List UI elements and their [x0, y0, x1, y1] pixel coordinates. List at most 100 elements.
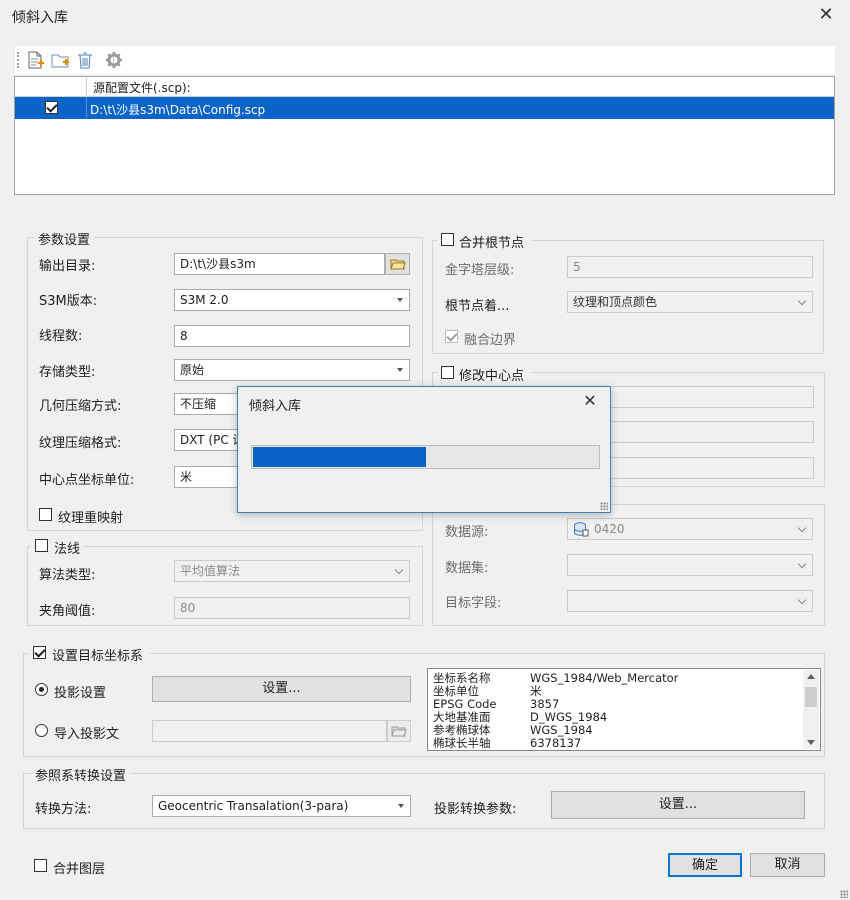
normals-group-title: 法线	[31, 538, 83, 557]
pyramid-level-input[interactable]: 5	[567, 256, 813, 278]
s3m-version-select[interactable]: S3M 2.0	[174, 289, 410, 311]
close-icon[interactable]: ✕	[816, 5, 836, 25]
dataset-select[interactable]	[567, 554, 813, 576]
data-source-label: 数据源:	[445, 525, 489, 540]
algorithm-type-value: 平均值算法	[180, 564, 241, 578]
center-unit-label: 中心点坐标单位:	[39, 473, 135, 488]
algorithm-type-select[interactable]: 平均值算法	[174, 560, 410, 582]
fuse-boundary-checkbox[interactable]	[445, 330, 458, 343]
output-dir-field[interactable]: D:\t\沙县s3m	[174, 253, 385, 275]
projection-setting-label: 投影设置	[54, 686, 107, 701]
import-projection-label: 导入投影文	[54, 727, 120, 742]
threads-input[interactable]: 8	[174, 325, 410, 347]
info-scrollbar[interactable]	[803, 670, 819, 749]
s3m-version-label: S3M版本:	[39, 294, 98, 309]
storage-type-value: 原始	[180, 363, 205, 377]
transform-method-select[interactable]: Geocentric Transalation(3-para)	[152, 795, 411, 817]
grid-header: 源配置文件(.scp):	[15, 77, 834, 97]
merge-root-group-title: 合并根节点	[437, 232, 532, 251]
merge-root-title-text: 合并根节点	[459, 236, 525, 251]
row-checkbox[interactable]	[45, 101, 58, 114]
scrollbar-thumb[interactable]	[805, 687, 817, 707]
threads-label: 线程数:	[39, 329, 83, 344]
toolbar-grip	[17, 52, 20, 68]
geometry-compression-label: 几何压缩方式:	[39, 399, 122, 414]
algorithm-type-label: 算法类型:	[39, 568, 96, 583]
transform-method-value: Geocentric Transalation(3-para)	[158, 799, 349, 813]
database-icon	[574, 522, 589, 537]
chevron-down-icon[interactable]	[393, 796, 410, 816]
texture-remap-checkbox[interactable]	[39, 508, 52, 521]
transform-params-button[interactable]: 设置...	[551, 791, 805, 819]
import-projection-browse-button[interactable]	[387, 720, 411, 742]
transform-group-title: 参照系转换设置	[31, 765, 131, 784]
import-projection-radio[interactable]	[35, 724, 48, 737]
resize-grip[interactable]	[600, 502, 608, 510]
progress-dialog: 倾斜入库 ✕	[237, 386, 611, 513]
normals-checkbox[interactable]	[35, 539, 48, 552]
chevron-down-icon[interactable]	[392, 561, 409, 581]
table-row[interactable]: D:\t\沙县s3m\Data\Config.scp	[15, 97, 834, 119]
chevron-down-icon[interactable]	[795, 292, 812, 312]
gear-icon[interactable]	[104, 50, 124, 70]
output-dir-label: 输出目录:	[39, 259, 96, 274]
resize-grip[interactable]	[840, 890, 848, 898]
toolbar	[15, 46, 835, 74]
center-unit-value: 米	[180, 470, 193, 484]
merge-layers-label: 合并图层	[53, 862, 106, 877]
target-field-label: 目标字段:	[445, 596, 502, 611]
grid-header-check-column	[15, 77, 87, 96]
chevron-down-icon[interactable]	[807, 740, 815, 745]
cancel-button[interactable]: 取消	[750, 853, 825, 877]
chevron-down-icon[interactable]	[795, 555, 812, 575]
angle-threshold-label: 夹角阈值:	[39, 604, 96, 619]
modify-center-checkbox[interactable]	[441, 366, 454, 379]
chevron-down-icon[interactable]	[795, 591, 812, 611]
crs-info-list[interactable]: 坐标系名称 WGS_1984/Web_Mercator 坐标单位米 EPSG Co…	[427, 668, 821, 751]
grid-row-check-cell	[15, 97, 87, 119]
progress-bar	[251, 445, 600, 469]
s3m-version-value: S3M 2.0	[180, 293, 229, 307]
data-source-select[interactable]: 0420	[567, 518, 813, 540]
grid-header-path: 源配置文件(.scp):	[93, 81, 191, 95]
delete-icon[interactable]	[75, 50, 95, 70]
normals-title-text: 法线	[54, 542, 81, 557]
transform-params-label: 投影转换参数:	[434, 802, 517, 817]
params-group-title: 参数设置	[34, 229, 95, 248]
window-title: 倾斜入库	[12, 10, 68, 26]
root-node-color-select[interactable]: 纹理和顶点颜色	[567, 291, 813, 313]
texture-compression-value: DXT (PC 设	[180, 433, 245, 447]
transform-method-label: 转换方法:	[35, 802, 92, 817]
chevron-down-icon[interactable]	[795, 519, 812, 539]
target-field-select[interactable]	[567, 590, 813, 612]
chevron-down-icon[interactable]	[392, 360, 409, 380]
target-crs-group-title: 设置目标坐标系	[28, 645, 150, 664]
projection-setting-radio[interactable]	[35, 683, 48, 696]
data-source-value: 0420	[594, 522, 625, 536]
ok-button[interactable]: 确定	[668, 853, 742, 877]
fuse-boundary-label: 融合边界	[464, 333, 517, 348]
root-node-color-label: 根节点着...	[445, 299, 510, 314]
open-folder-icon	[389, 259, 406, 270]
progress-fill	[253, 447, 426, 467]
add-folder-icon[interactable]	[50, 50, 70, 70]
dataset-label: 数据集:	[445, 561, 489, 576]
browse-folder-button[interactable]	[385, 253, 410, 275]
angle-threshold-input[interactable]: 80	[174, 597, 410, 619]
chevron-down-icon[interactable]	[392, 290, 409, 310]
chevron-up-icon[interactable]	[807, 674, 815, 679]
close-icon[interactable]: ✕	[581, 391, 599, 411]
source-file-grid[interactable]: 源配置文件(.scp): D:\t\沙县s3m\Data\Config.scp	[14, 76, 835, 195]
progress-dialog-title: 倾斜入库	[249, 399, 302, 414]
storage-type-select[interactable]: 原始	[174, 359, 410, 381]
add-file-icon[interactable]	[25, 50, 45, 70]
target-crs-checkbox[interactable]	[33, 646, 46, 659]
merge-root-checkbox[interactable]	[441, 233, 454, 246]
projection-settings-button[interactable]: 设置...	[152, 676, 411, 702]
texture-remap-label: 纹理重映射	[58, 511, 124, 526]
target-crs-title-text: 设置目标坐标系	[52, 649, 144, 664]
import-projection-path[interactable]	[152, 720, 387, 742]
merge-layers-checkbox[interactable]	[34, 859, 47, 872]
open-folder-icon	[391, 726, 407, 737]
storage-type-label: 存储类型:	[39, 365, 96, 380]
